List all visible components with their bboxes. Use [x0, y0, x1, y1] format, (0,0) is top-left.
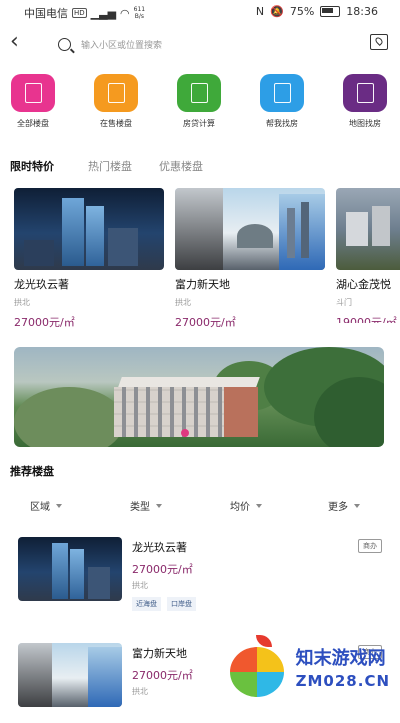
- section-title: 推荐楼盘: [10, 465, 54, 478]
- calculator-icon: [177, 74, 221, 112]
- promo-banner[interactable]: [14, 347, 384, 447]
- status-bar: 中国电信 HD ▁▃▅ ◠ 611 B/s N 🔕 75% 18:36: [0, 0, 400, 24]
- property-name: 富力新天地: [175, 278, 230, 291]
- property-image: [14, 188, 164, 270]
- featured-card[interactable]: 龙光玖云著 拱北 27000元/㎡: [14, 188, 164, 329]
- property-thumbnail: [18, 537, 122, 601]
- battery-icon: [320, 6, 341, 17]
- banner-indicator-dot: [181, 429, 189, 437]
- top-bar: ‹ 输入小区或位置搜索: [0, 28, 400, 58]
- list-item[interactable]: 龙光玖云著 27000元/㎡ 拱北 近海盘 口岸盘 商办: [18, 537, 386, 617]
- filter-average-price[interactable]: 均价: [230, 498, 262, 513]
- featured-card[interactable]: 湖心金茂悦 斗门 19000元/㎡: [336, 188, 400, 323]
- filter-bar: 区域 类型 均价 更多: [0, 498, 400, 516]
- tag-list: 近海盘 口岸盘: [132, 597, 196, 611]
- mute-icon: 🔕: [270, 5, 284, 18]
- carrier-label: 中国电信: [24, 7, 68, 20]
- property-location: 斗门: [336, 298, 352, 307]
- map-icon[interactable]: [370, 34, 388, 50]
- property-price: 19000元/㎡: [336, 316, 397, 323]
- tab-discount-properties[interactable]: 优惠楼盘: [159, 158, 203, 174]
- filter-label: 区域: [30, 502, 50, 513]
- clock: 18:36: [346, 5, 378, 18]
- property-price: 27000元/㎡: [132, 563, 193, 576]
- category-mortgage-calculator[interactable]: 房贷计算: [174, 74, 224, 129]
- hd-badge: HD: [72, 8, 87, 18]
- property-price: 27000元/㎡: [175, 316, 236, 329]
- back-arrow-icon[interactable]: ‹: [10, 31, 19, 53]
- search-bar[interactable]: 输入小区或位置搜索: [58, 34, 338, 54]
- featured-card[interactable]: 富力新天地 拱北 27000元/㎡: [175, 188, 325, 329]
- watermark-title: 知末游戏网: [295, 648, 386, 669]
- category-all-properties[interactable]: 全部楼盘: [8, 74, 58, 129]
- property-thumbnail: [18, 643, 122, 707]
- category-map-search[interactable]: 地图找房: [340, 74, 390, 129]
- property-image: [336, 188, 400, 270]
- property-name: 龙光玖云著: [14, 278, 69, 291]
- apple-logo-icon: [226, 635, 288, 699]
- speed-value: 611: [133, 6, 146, 13]
- sale-building-icon: [94, 74, 138, 112]
- property-price: 27000元/㎡: [14, 316, 75, 329]
- property-name: 龙光玖云著: [132, 541, 187, 554]
- network-speed: 611 B/s: [134, 6, 145, 20]
- search-placeholder: 输入小区或位置搜索: [81, 40, 163, 51]
- tab-limited-time-price[interactable]: 限时特价: [10, 158, 54, 174]
- search-icon: [58, 37, 71, 51]
- category-label: 房贷计算: [183, 119, 215, 128]
- property-type-badge: 商办: [358, 539, 382, 553]
- nfc-icon: N: [255, 5, 265, 18]
- filter-more[interactable]: 更多: [328, 498, 360, 513]
- speed-unit: B/s: [134, 13, 145, 20]
- featured-tabs: 限时特价 热门楼盘 优惠楼盘: [0, 156, 400, 176]
- building-icon: [11, 74, 55, 112]
- tag: 近海盘: [132, 597, 161, 611]
- filter-area[interactable]: 区域: [30, 498, 62, 513]
- category-label: 帮我找房: [266, 119, 298, 128]
- property-name: 富力新天地: [132, 647, 187, 660]
- property-location: 拱北: [175, 298, 191, 307]
- building-illustration: [114, 377, 264, 437]
- watermark-domain: ZM028.CN: [295, 672, 390, 690]
- site-watermark: 知末游戏网 ZM028.CN: [226, 635, 390, 699]
- filter-label: 更多: [328, 502, 348, 513]
- caret-down-icon: [256, 503, 262, 508]
- signal-icon: ▁▃▅: [90, 6, 117, 20]
- category-on-sale[interactable]: 在售楼盘: [91, 74, 141, 129]
- caret-down-icon: [354, 503, 360, 508]
- filter-label: 类型: [130, 502, 150, 513]
- wifi-icon: ◠: [120, 6, 130, 20]
- tab-hot-properties[interactable]: 热门楼盘: [88, 158, 132, 174]
- category-label: 全部楼盘: [17, 119, 49, 128]
- property-location: 拱北: [132, 687, 148, 696]
- category-find-home[interactable]: 帮我找房: [257, 74, 307, 129]
- caret-down-icon: [56, 503, 62, 508]
- category-label: 在售楼盘: [100, 119, 132, 128]
- caret-down-icon: [156, 503, 162, 508]
- map-search-icon: [343, 74, 387, 112]
- category-label: 地图找房: [349, 119, 381, 128]
- house-search-icon: [260, 74, 304, 112]
- property-location: 拱北: [132, 581, 148, 590]
- category-grid: 全部楼盘 在售楼盘 房贷计算 帮我找房 地图找房: [8, 74, 400, 134]
- tag: 口岸盘: [167, 597, 196, 611]
- battery-percent: 75%: [289, 5, 315, 18]
- property-location: 拱北: [14, 298, 30, 307]
- filter-type[interactable]: 类型: [130, 498, 162, 513]
- property-price: 27000元/㎡: [132, 669, 193, 682]
- filter-label: 均价: [230, 502, 250, 513]
- property-image: [175, 188, 325, 270]
- property-name: 湖心金茂悦: [336, 278, 391, 291]
